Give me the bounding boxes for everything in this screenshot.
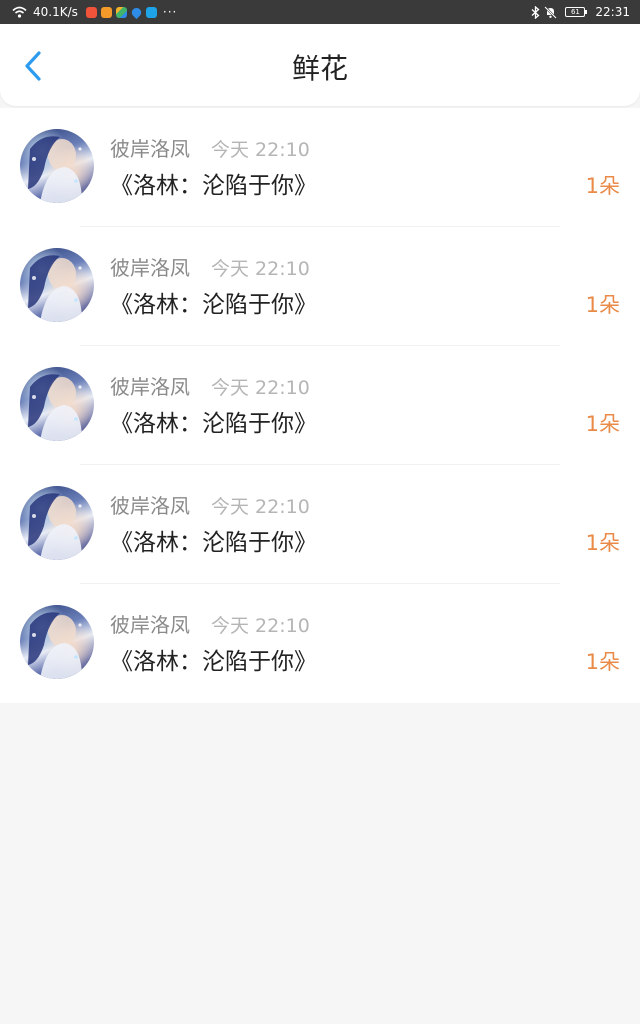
avatar[interactable] — [20, 248, 94, 322]
sender-name: 彼岸洛凤 — [110, 494, 190, 518]
flower-count: 1朵 — [585, 174, 620, 198]
battery-icon: 61 — [565, 7, 588, 17]
flower-count: 1朵 — [585, 293, 620, 317]
mute-bell-icon — [544, 5, 558, 19]
sender-name: 彼岸洛凤 — [110, 256, 190, 280]
flower-count: 1朵 — [585, 412, 620, 436]
sender-name: 彼岸洛凤 — [110, 375, 190, 399]
book-title[interactable]: 《洛林：沦陷于你》 — [110, 290, 317, 320]
send-time: 今天 22:10 — [211, 377, 310, 399]
network-speed: 40.1K/s — [33, 5, 78, 19]
flower-count: 1朵 — [585, 650, 620, 674]
send-time: 今天 22:10 — [211, 615, 310, 637]
status-bar: 40.1K/s ··· 61 22:31 — [0, 0, 640, 24]
wifi-icon — [12, 6, 27, 18]
avatar-illustration — [28, 612, 82, 679]
list-item[interactable]: 彼岸洛凤 今天 22:10 《洛林：沦陷于你》 1朵 — [0, 108, 640, 227]
status-bar-right: 61 22:31 — [531, 5, 630, 19]
send-time: 今天 22:10 — [211, 258, 310, 280]
send-time: 今天 22:10 — [211, 496, 310, 518]
app-icon-multicolor — [115, 6, 127, 18]
status-bar-left: 40.1K/s ··· — [12, 5, 177, 19]
app-icon-search — [145, 6, 157, 18]
book-title[interactable]: 《洛林：沦陷于你》 — [110, 171, 317, 201]
clock: 22:31 — [595, 5, 630, 19]
sender-name: 彼岸洛凤 — [110, 137, 190, 161]
avatar-illustration — [28, 374, 82, 441]
app-icon-orange — [100, 6, 112, 18]
flower-count: 1朵 — [585, 531, 620, 555]
avatar[interactable] — [20, 486, 94, 560]
avatar-illustration — [28, 255, 82, 322]
list-item[interactable]: 彼岸洛凤 今天 22:10 《洛林：沦陷于你》 1朵 — [0, 465, 640, 584]
send-time: 今天 22:10 — [211, 139, 310, 161]
book-title[interactable]: 《洛林：沦陷于你》 — [110, 409, 317, 439]
flower-record-list: 彼岸洛凤 今天 22:10 《洛林：沦陷于你》 1朵 彼岸洛凤 今天 22:10… — [0, 108, 640, 703]
book-title[interactable]: 《洛林：沦陷于你》 — [110, 647, 317, 677]
list-item[interactable]: 彼岸洛凤 今天 22:10 《洛林：沦陷于你》 1朵 — [0, 346, 640, 465]
list-item[interactable]: 彼岸洛凤 今天 22:10 《洛林：沦陷于你》 1朵 — [0, 227, 640, 346]
app-header: 鲜花 — [0, 24, 640, 106]
avatar[interactable] — [20, 129, 94, 203]
app-icon-red — [85, 6, 97, 18]
list-item[interactable]: 彼岸洛凤 今天 22:10 《洛林：沦陷于你》 1朵 — [0, 584, 640, 703]
avatar[interactable] — [20, 605, 94, 679]
more-notifications-icon: ··· — [162, 5, 178, 19]
page-title: 鲜花 — [291, 52, 348, 85]
sender-name: 彼岸洛凤 — [110, 613, 190, 637]
app-icon-location — [129, 5, 144, 19]
avatar[interactable] — [20, 367, 94, 441]
avatar-illustration — [28, 136, 82, 203]
book-title[interactable]: 《洛林：沦陷于你》 — [110, 528, 317, 558]
bluetooth-icon — [531, 5, 540, 19]
avatar-illustration — [28, 493, 82, 560]
